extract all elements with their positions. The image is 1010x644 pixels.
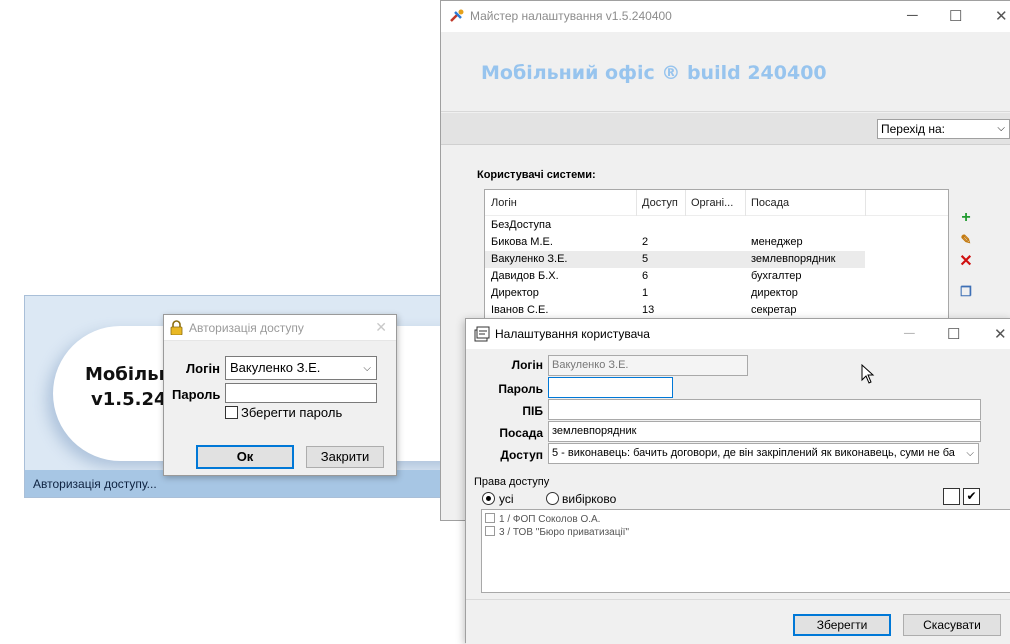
list-item[interactable]: 3 / ТОВ "Бюро приватизації" bbox=[485, 526, 629, 538]
remember-password-label: Зберегти пароль bbox=[241, 405, 343, 420]
nav-bar: Перехід на: ⌵ bbox=[441, 113, 1010, 145]
close-icon[interactable]: ✕ bbox=[375, 319, 387, 336]
list-item[interactable]: 1 / ФОП Соколов О.А. bbox=[485, 513, 600, 525]
radio-all-label: усі bbox=[499, 492, 514, 506]
users-label: Користувачі системи: bbox=[477, 169, 596, 181]
login-label: Логін bbox=[186, 361, 220, 376]
radio-selective-label: вибірково bbox=[562, 492, 617, 506]
org-checkbox[interactable] bbox=[485, 513, 495, 523]
settings-window-icon bbox=[474, 326, 490, 342]
goto-select[interactable]: Перехід на: ⌵ bbox=[877, 119, 1010, 139]
cell-position: секретар bbox=[751, 304, 797, 316]
table-row-selected[interactable]: Вакуленко З.Е. 5 землевпорядник bbox=[485, 251, 865, 268]
table-row[interactable]: Давидов Б.Х. 6 бухгалтер bbox=[485, 268, 865, 285]
login-field: Вакуленко З.Е. bbox=[548, 355, 748, 376]
chevron-down-icon: ⌵ bbox=[997, 123, 1005, 134]
mouse-cursor-icon bbox=[861, 364, 875, 384]
cell-position: землевпорядник bbox=[751, 253, 836, 265]
cell-login: Бикова М.Е. bbox=[491, 236, 553, 248]
cell-login: Іванов С.Е. bbox=[491, 304, 549, 316]
access-select[interactable]: 5 - виконавець: бачить договори, де він … bbox=[548, 443, 979, 464]
col-position[interactable]: Посада bbox=[751, 197, 789, 209]
cell-login: Директор bbox=[491, 287, 539, 299]
auth-dialog: Авторизація доступу ✕ Логін Вакуленко З.… bbox=[163, 314, 397, 476]
table-row[interactable]: Бикова М.Е. 2 менеджер bbox=[485, 234, 865, 251]
save-button[interactable]: Зберегти bbox=[793, 614, 891, 636]
radio-all[interactable] bbox=[482, 492, 495, 505]
cell-access: 2 bbox=[642, 236, 649, 248]
minimize-icon[interactable]: ─ bbox=[904, 325, 915, 342]
rights-label: Права доступу bbox=[474, 476, 550, 488]
wizard-titlebar[interactable]: Майстер налаштування v1.5.240400 ─ ☐ ✕ bbox=[441, 1, 1010, 32]
cancel-button[interactable]: Скасувати bbox=[903, 614, 1001, 636]
close-icon[interactable]: ✕ bbox=[995, 7, 1008, 25]
table-row[interactable]: БезДоступа bbox=[485, 217, 865, 234]
cell-login: БезДоступа bbox=[491, 219, 552, 231]
pib-field[interactable] bbox=[548, 399, 981, 420]
pib-label: ПІБ bbox=[522, 404, 543, 418]
login-label: Логін bbox=[511, 358, 543, 372]
org-label: 3 / ТОВ "Бюро приватизації" bbox=[499, 527, 629, 538]
lock-icon bbox=[170, 320, 183, 335]
edit-user-icon[interactable]: ✎ bbox=[955, 230, 977, 252]
table-row[interactable]: Директор 1 директор bbox=[485, 285, 865, 302]
password-label: Пароль bbox=[172, 387, 221, 402]
login-combo-value: Вакуленко З.Е. bbox=[230, 360, 321, 375]
cell-access: 1 bbox=[642, 287, 649, 299]
users-list-header: Логін Доступ Органі... Посада bbox=[485, 190, 948, 216]
auth-title: Авторизація доступу bbox=[189, 321, 304, 335]
cell-access: 6 bbox=[642, 270, 649, 282]
col-login[interactable]: Логін bbox=[491, 197, 517, 209]
splash-title-line2: v1.5.24 bbox=[91, 389, 167, 410]
wizard-title: Майстер налаштування v1.5.240400 bbox=[470, 9, 672, 23]
user-settings-titlebar[interactable]: Налаштування користувача ─ ☐ ✕ bbox=[466, 319, 1010, 349]
chevron-down-icon: ⌵ bbox=[363, 363, 371, 374]
cell-login: Вакуленко З.Е. bbox=[491, 253, 568, 265]
org-checkbox[interactable] bbox=[485, 526, 495, 536]
wizard-app-icon bbox=[450, 9, 464, 22]
close-icon[interactable]: ✕ bbox=[994, 325, 1007, 343]
maximize-icon[interactable]: ☐ bbox=[949, 7, 962, 25]
check-all-button[interactable]: ✔ bbox=[963, 488, 980, 505]
org-label: 1 / ФОП Соколов О.А. bbox=[499, 514, 601, 525]
password-field[interactable] bbox=[548, 377, 673, 398]
user-settings-dialog: Налаштування користувача ─ ☐ ✕ Логін Вак… bbox=[465, 318, 1010, 644]
splash-title-line1: Мобільн bbox=[85, 364, 172, 385]
maximize-icon[interactable]: ☐ bbox=[947, 325, 960, 343]
position-field[interactable]: землевпорядник bbox=[548, 421, 981, 442]
cell-login: Давидов Б.Х. bbox=[491, 270, 559, 282]
users-list[interactable]: Логін Доступ Органі... Посада БезДоступа… bbox=[484, 189, 949, 324]
wizard-banner: Мобільний офіс ® build 240400 bbox=[441, 32, 1010, 112]
minimize-icon[interactable]: ─ bbox=[907, 7, 918, 24]
col-access[interactable]: Доступ bbox=[642, 197, 678, 209]
cell-position: директор bbox=[751, 287, 798, 299]
position-label: Посада bbox=[499, 426, 543, 440]
chevron-down-icon: ⌵ bbox=[966, 448, 974, 459]
access-label: Доступ bbox=[500, 448, 543, 462]
banner-title: Мобільний офіс ® build 240400 bbox=[481, 62, 827, 84]
auth-titlebar[interactable]: Авторизація доступу ✕ bbox=[164, 315, 396, 341]
password-label: Пароль bbox=[498, 382, 543, 396]
password-field[interactable] bbox=[225, 383, 377, 403]
user-settings-title: Налаштування користувача bbox=[495, 327, 650, 341]
login-combo[interactable]: Вакуленко З.Е. ⌵ bbox=[225, 356, 377, 380]
cell-access: 13 bbox=[642, 304, 655, 316]
add-user-icon[interactable]: + bbox=[955, 208, 977, 230]
copy-user-icon[interactable]: ❐ bbox=[955, 282, 977, 304]
radio-selective[interactable] bbox=[546, 492, 559, 505]
ok-button[interactable]: Ок bbox=[196, 445, 294, 469]
col-org[interactable]: Органі... bbox=[691, 197, 733, 209]
remember-password-checkbox[interactable] bbox=[225, 406, 238, 419]
orgs-list[interactable]: 1 / ФОП Соколов О.А. 3 / ТОВ "Бюро прива… bbox=[481, 509, 1010, 593]
cell-access: 5 bbox=[642, 253, 649, 265]
dialog-button-bar: Зберегти Скасувати bbox=[466, 599, 1010, 644]
access-select-value: 5 - виконавець: бачить договори, де він … bbox=[552, 447, 955, 459]
goto-select-value: Перехід на: bbox=[881, 122, 946, 136]
table-row[interactable]: Іванов С.Е. 13 секретар bbox=[485, 302, 865, 319]
delete-user-icon[interactable]: ✕ bbox=[955, 252, 977, 274]
close-button[interactable]: Закрити bbox=[306, 446, 384, 468]
uncheck-all-button[interactable] bbox=[943, 488, 960, 505]
cell-position: менеджер bbox=[751, 236, 803, 248]
cell-position: бухгалтер bbox=[751, 270, 802, 282]
